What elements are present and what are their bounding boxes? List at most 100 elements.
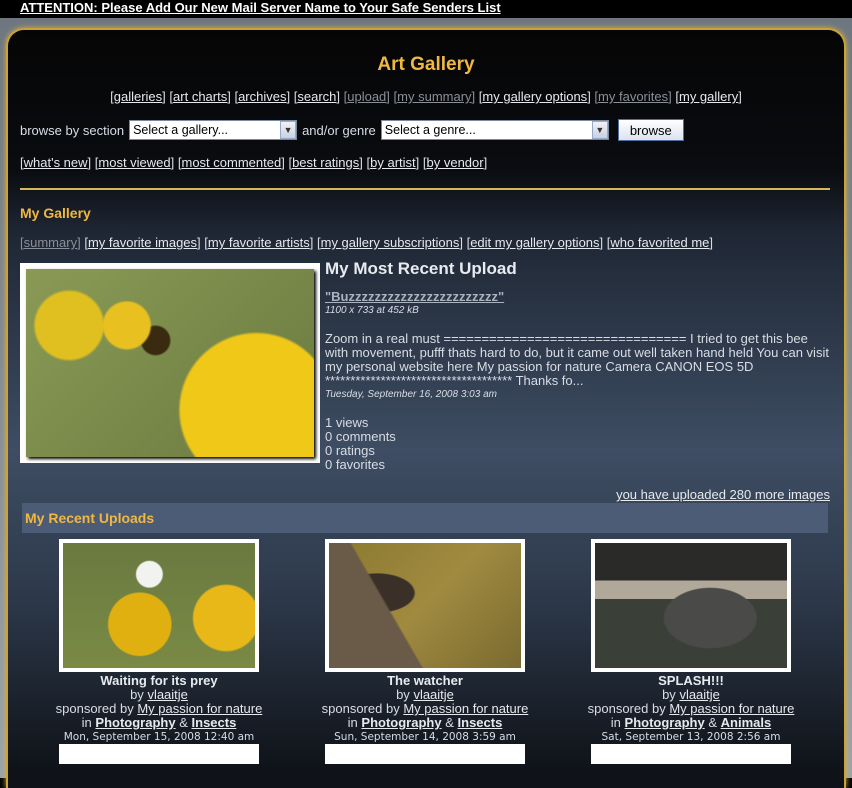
sort-link[interactable]: best ratings	[292, 155, 359, 170]
genre-label: and/or genre	[302, 122, 376, 138]
artist-link[interactable]: vlaaitje	[679, 687, 719, 702]
nav-item: [search]	[293, 89, 344, 104]
upload-title: The watcher	[387, 673, 463, 688]
sort-link[interactable]: by artist	[370, 155, 416, 170]
nav-item: [art charts]	[169, 89, 235, 104]
recent-upload-image[interactable]	[20, 263, 320, 463]
bee-photo	[26, 269, 314, 457]
my-gallery-link[interactable]: edit my gallery options	[470, 235, 599, 250]
sort-item: [most viewed]	[94, 155, 178, 170]
nav-link[interactable]: galleries	[114, 89, 162, 104]
artist-link[interactable]: vlaaitje	[147, 687, 187, 702]
section-select-value: Select a gallery...	[133, 123, 229, 137]
sponsored-label: sponsored by	[587, 701, 666, 716]
more-images-link[interactable]: you have uploaded 280 more images	[616, 487, 830, 502]
category-link[interactable]: Photography	[361, 715, 441, 730]
genre-link[interactable]: Insects	[458, 715, 503, 730]
amp: &	[179, 715, 188, 730]
thumbnail[interactable]	[591, 539, 791, 672]
page-title: Art Gallery	[377, 54, 475, 75]
upload-date: Sun, September 14, 2008 3:59 am	[334, 731, 516, 743]
image-dimensions: 1100 x 733 at 452 kB	[325, 305, 419, 316]
upload-title: SPLASH!!!	[658, 673, 724, 688]
recent-upload-heading: My Most Recent Upload	[325, 259, 517, 278]
nav-item: [my gallery options]	[478, 89, 595, 104]
my-gallery-link[interactable]: summary	[24, 235, 77, 250]
upload-card: SPLASH!!! by vlaaitje sponsored by My pa…	[558, 539, 824, 744]
my-gallery-item: [summary]	[20, 235, 85, 250]
amp: &	[445, 715, 454, 730]
thumbnail[interactable]	[591, 744, 791, 764]
sort-link[interactable]: most commented	[182, 155, 282, 170]
nav-link[interactable]: my summary	[397, 89, 471, 104]
by-label: by	[662, 687, 676, 702]
sort-item: [most commented]	[177, 155, 289, 170]
thumbnail[interactable]	[59, 744, 259, 764]
my-gallery-item: [my favorite images]	[84, 235, 205, 250]
nav-link[interactable]: archives	[238, 89, 286, 104]
image-description: Zoom in a real must ====================…	[325, 331, 829, 388]
recent-uploads-heading: My Recent Uploads	[22, 503, 828, 533]
thumbnail[interactable]	[325, 539, 525, 672]
nav-link[interactable]: my gallery	[679, 89, 738, 104]
sort-item: [what's new]	[20, 155, 95, 170]
chevron-down-icon: ▼	[591, 121, 608, 139]
nav-link[interactable]: search	[297, 89, 336, 104]
category-link[interactable]: Photography	[95, 715, 175, 730]
attention-link[interactable]: ATTENTION: Please Add Our New Mail Serve…	[20, 0, 501, 15]
nav-link[interactable]: art charts	[173, 89, 227, 104]
gallery-nav: [galleries] [art charts] [archives] [sea…	[0, 89, 852, 104]
upload-date: Sat, September 13, 2008 2:56 am	[601, 731, 781, 743]
sponsor-link[interactable]: My passion for nature	[137, 701, 262, 716]
my-gallery-link[interactable]: my favorite images	[88, 235, 197, 250]
nav-item: [galleries]	[110, 89, 170, 104]
my-gallery-item: [my favorite artists]	[204, 235, 317, 250]
my-gallery-link[interactable]: who favorited me	[610, 235, 709, 250]
upload-card: Waiting for its prey by vlaaitje sponsor…	[26, 539, 292, 744]
category-link[interactable]: Photography	[625, 715, 705, 730]
thumbnail[interactable]	[59, 539, 259, 672]
my-gallery-link[interactable]: my gallery subscriptions	[321, 235, 460, 250]
recent-upload-title[interactable]: "Buzzzzzzzzzzzzzzzzzzzzzzz"	[325, 289, 504, 304]
my-gallery-link[interactable]: my favorite artists	[208, 235, 310, 250]
thumbnail-photo	[595, 543, 787, 668]
nav-item: [my gallery]	[675, 89, 742, 104]
sponsored-label: sponsored by	[321, 701, 400, 716]
thumbnail-photo	[63, 543, 255, 668]
nav-item: [upload]	[343, 89, 394, 104]
by-label: by	[130, 687, 144, 702]
artist-link[interactable]: vlaaitje	[413, 687, 453, 702]
my-gallery-item: [who favorited me]	[606, 235, 714, 250]
divider	[20, 188, 830, 190]
nav-item: [archives]	[234, 89, 294, 104]
sort-links: [what's new] [most viewed] [most comment…	[20, 155, 487, 170]
amp: &	[708, 715, 717, 730]
sponsor-link[interactable]: My passion for nature	[669, 701, 794, 716]
nav-link[interactable]: my gallery options	[482, 89, 587, 104]
chevron-down-icon: ▼	[280, 121, 297, 139]
in-label: in	[81, 715, 92, 730]
section-select[interactable]: Select a gallery... ▼	[129, 120, 298, 140]
comments-count: 0 comments	[325, 429, 396, 444]
sort-link[interactable]: what's new	[24, 155, 88, 170]
my-gallery-item: [my gallery subscriptions]	[316, 235, 467, 250]
genre-link[interactable]: Animals	[721, 715, 772, 730]
sort-link[interactable]: by vendor	[427, 155, 484, 170]
browse-button[interactable]: browse	[617, 119, 684, 141]
sort-link[interactable]: most viewed	[98, 155, 170, 170]
sponsor-link[interactable]: My passion for nature	[403, 701, 528, 716]
favorites-count: 0 favorites	[325, 457, 385, 472]
nav-link[interactable]: my favorites	[598, 89, 668, 104]
thumbnail[interactable]	[325, 744, 525, 764]
nav-link[interactable]: upload	[347, 89, 386, 104]
nav-item: [my summary]	[393, 89, 479, 104]
ratings-count: 0 ratings	[325, 443, 375, 458]
genre-link[interactable]: Insects	[192, 715, 237, 730]
upload-title: Waiting for its prey	[100, 673, 218, 688]
upload-card: The watcher by vlaaitje sponsored by My …	[292, 539, 558, 744]
my-gallery-links: [summary] [my favorite images] [my favor…	[20, 235, 713, 250]
my-gallery-item: [edit my gallery options]	[466, 235, 607, 250]
in-label: in	[347, 715, 358, 730]
browse-label: browse by section	[20, 122, 125, 138]
genre-select[interactable]: Select a genre... ▼	[380, 120, 609, 140]
